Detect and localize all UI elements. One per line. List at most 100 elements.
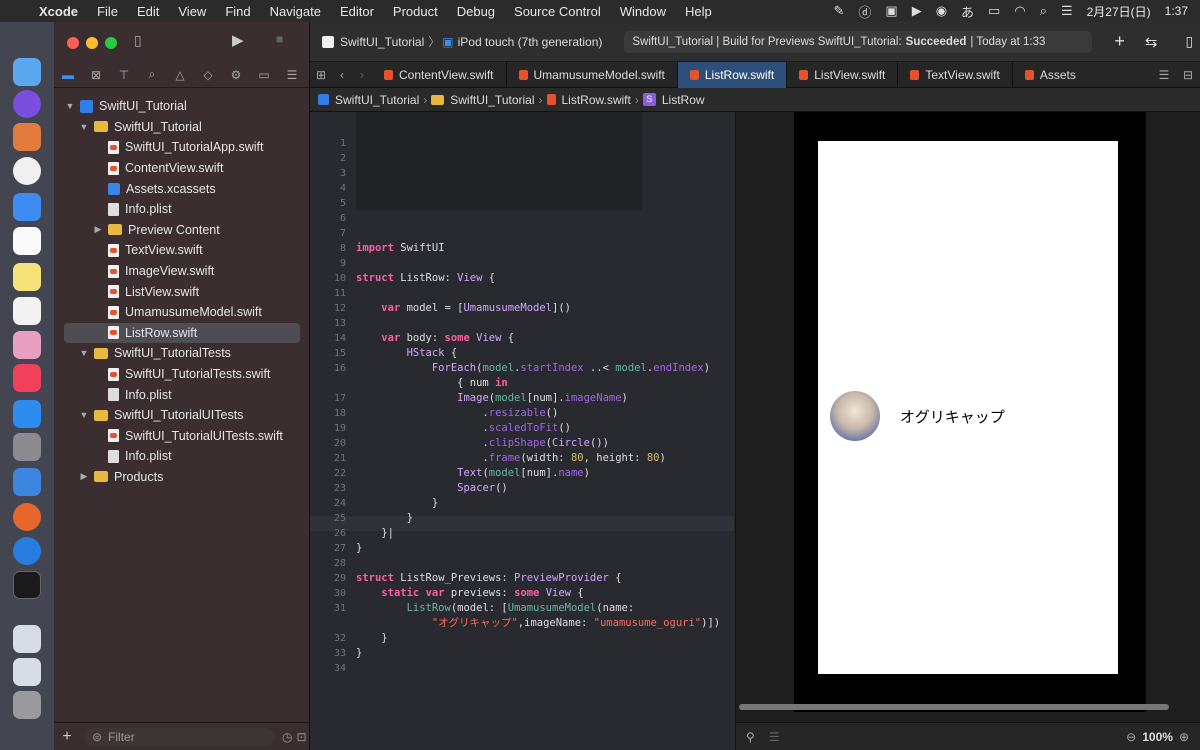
menu-edit[interactable]: Edit [128, 4, 169, 19]
run-button[interactable]: ▶ [232, 31, 244, 49]
code-line[interactable]: } [356, 511, 413, 526]
scheme-selector[interactable]: SwiftUI_Tutorial [340, 35, 424, 49]
recent-files-icon[interactable]: ◷ [282, 730, 292, 744]
d-circle-icon[interactable]: ⓓ [858, 2, 871, 21]
menu-product[interactable]: Product [384, 4, 448, 19]
source-control-navigator-icon[interactable]: ⊠ [82, 68, 110, 82]
back-icon[interactable]: ‹ [332, 68, 352, 82]
disclosure-closed-icon[interactable]: ▶ [92, 224, 104, 235]
menu-view[interactable]: View [169, 4, 216, 19]
search-icon[interactable]: ⌕ [1040, 3, 1047, 19]
code-line[interactable]: .resizable() [356, 406, 558, 421]
app-store-icon[interactable] [13, 400, 41, 428]
add-icon[interactable]: + [54, 728, 80, 746]
code-line[interactable]: } [356, 646, 362, 661]
tab-textview[interactable]: TextView.swift [898, 61, 1013, 88]
trash-icon[interactable] [13, 691, 41, 719]
menu-navigate[interactable]: Navigate [261, 4, 331, 19]
display-icon[interactable]: ▣ [885, 3, 897, 19]
tab-assets[interactable]: Assets [1013, 62, 1088, 88]
navigator-row[interactable]: UmamusumeModel.swift [54, 302, 310, 323]
code-line[interactable]: .clipShape(Circle()) [356, 436, 608, 451]
navigator-row[interactable]: SwiftUI_TutorialUITests.swift [54, 426, 310, 447]
input-method-icon[interactable]: あ [961, 2, 974, 21]
code-line[interactable]: } [356, 541, 362, 556]
find-navigator-icon[interactable]: ⌕ [138, 67, 166, 82]
issue-navigator-icon[interactable]: △ [166, 68, 194, 82]
preview-window-icon-2[interactable] [13, 658, 41, 686]
navigator-row[interactable]: ContentView.swift [54, 158, 310, 179]
code-line[interactable]: ForEach(model.startIndex ..< model.endIn… [356, 361, 710, 376]
disclosure-closed-icon[interactable]: ▶ [78, 471, 90, 482]
symbol-navigator-icon[interactable]: ⊤ [110, 68, 138, 82]
mail-icon[interactable] [13, 193, 41, 221]
code-line[interactable]: var body: some View { [356, 331, 514, 346]
zoom-in-icon[interactable]: ⊕ [1179, 730, 1189, 744]
forward-icon[interactable]: › [352, 68, 372, 82]
photos-icon[interactable] [13, 331, 41, 359]
code-review-icon[interactable]: ⇆ [1145, 33, 1158, 51]
chrome-icon[interactable] [13, 157, 41, 185]
tab-listrow[interactable]: ListRow.swift [677, 61, 788, 88]
variants-icon[interactable]: ☰ [769, 730, 780, 744]
jump-file[interactable]: ListRow.swift [562, 93, 631, 107]
pin-icon[interactable]: ⚲ [746, 730, 755, 744]
play-circle-icon[interactable]: ▶ [912, 3, 922, 19]
code-line[interactable]: } [356, 496, 438, 511]
menu-xcode[interactable]: Xcode [30, 4, 88, 19]
navigator-row[interactable]: Info.plist [54, 199, 310, 220]
jump-group[interactable]: SwiftUI_Tutorial [450, 93, 534, 107]
code-line[interactable]: var model = [UmamusumeModel]() [356, 301, 571, 316]
menu-source-control[interactable]: Source Control [505, 4, 611, 19]
menu-find[interactable]: Find [216, 4, 260, 19]
navigator-row[interactable]: ImageView.swift [54, 261, 310, 282]
navigator-row[interactable]: Info.plist [54, 384, 310, 405]
menubar-date[interactable]: 2月27日(日) [1087, 3, 1151, 20]
notes-icon[interactable] [13, 263, 41, 291]
code-line[interactable]: static var previews: some View { [356, 586, 583, 601]
code-line[interactable]: Image(model[num].imageName) [356, 391, 628, 406]
editor-options-icon[interactable]: ☰ [1152, 68, 1176, 82]
sidebar-toggle-icon[interactable]: ▯ [134, 32, 142, 49]
navigator-row[interactable]: ▼ SwiftUI_Tutorial [54, 96, 310, 117]
menubar-time[interactable]: 1:37 [1165, 4, 1188, 18]
code-line[interactable]: Spacer() [356, 481, 508, 496]
minimize-window-button[interactable] [86, 37, 98, 49]
zoom-out-icon[interactable]: ⊖ [1126, 730, 1136, 744]
close-window-button[interactable] [67, 37, 79, 49]
code-line[interactable]: .scaledToFit() [356, 421, 571, 436]
canvas-horizontal-scrollbar[interactable] [739, 704, 1169, 710]
firefox-icon[interactable] [13, 503, 41, 531]
disclosure-open-icon[interactable]: ▼ [64, 101, 76, 111]
siri-icon[interactable] [13, 90, 41, 118]
code-line[interactable]: } [356, 631, 387, 646]
menu-debug[interactable]: Debug [448, 4, 505, 19]
code-line[interactable]: ListRow(model: [UmamusumeModel(name: [356, 601, 635, 616]
code-line[interactable]: import SwiftUI [356, 241, 445, 256]
breakpoint-navigator-icon[interactable]: ▭ [250, 68, 278, 82]
system-preferences-icon[interactable] [13, 433, 41, 461]
library-add-icon[interactable]: + [1114, 31, 1125, 52]
menu-window[interactable]: Window [611, 4, 676, 19]
disclosure-open-icon[interactable]: ▼ [78, 410, 90, 420]
control-center-icon[interactable]: ☰ [1061, 3, 1073, 19]
folder-navigator-icon[interactable]: ▬ [54, 68, 82, 82]
tab-umamusumemodel[interactable]: UmamusumeModel.swift [507, 61, 678, 88]
menu-editor[interactable]: Editor [331, 4, 384, 19]
sourcetree-icon[interactable] [13, 537, 41, 565]
navigator-row[interactable]: ▼ SwiftUI_Tutorial [54, 117, 310, 138]
filter-input[interactable]: ⊜ Filter [84, 727, 274, 746]
code-line[interactable]: .frame(width: 80, height: 80) [356, 451, 665, 466]
source-editor[interactable]: 1 2 3 4 5 6 7 8 9 10 11 12 13 14 15 16 17 18 19 20 21 22 23 24 2… [310, 112, 988, 750]
terminal-icon[interactable] [13, 571, 41, 599]
zoom-level[interactable]: 100% [1142, 730, 1173, 744]
jump-symbol[interactable]: ListRow [662, 93, 705, 107]
navigator-row[interactable]: SwiftUI_TutorialTests.swift [54, 364, 310, 385]
reminders-icon[interactable] [13, 297, 41, 325]
screen-record-icon[interactable]: ◉ [936, 3, 947, 19]
navigator-row[interactable]: ListRow.swift [64, 322, 300, 344]
code-line[interactable]: struct ListRow: View { [356, 271, 495, 286]
navigator-row[interactable]: ListView.swift [54, 281, 310, 302]
script-icon[interactable]: ✎ [833, 3, 844, 19]
navigator-row[interactable]: ▶ Preview Content [54, 220, 310, 241]
